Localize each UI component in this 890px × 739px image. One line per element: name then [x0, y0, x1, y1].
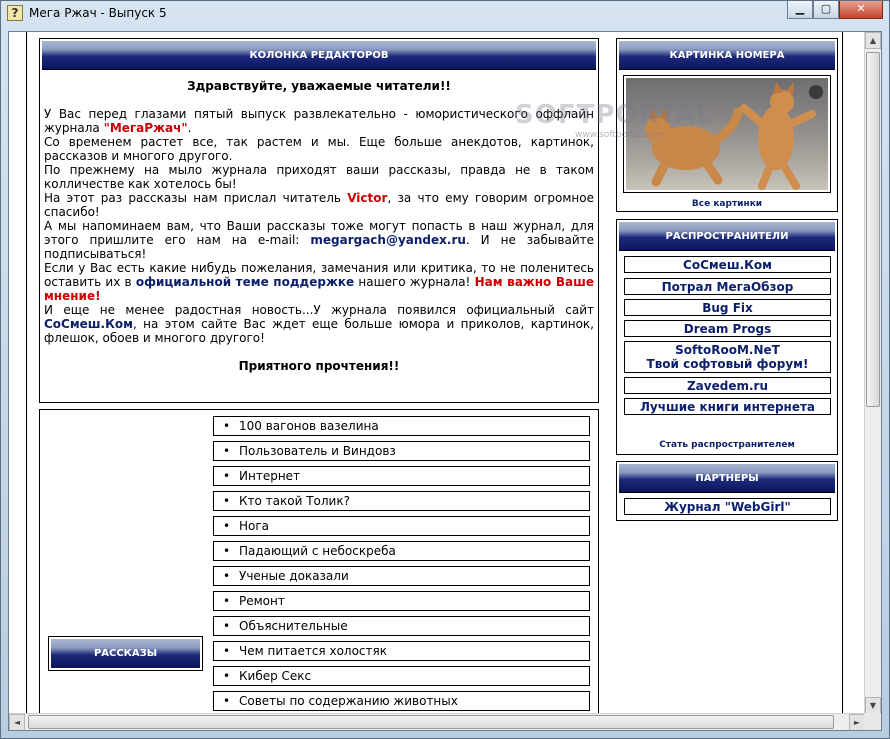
all-pictures-link[interactable]: Все картинки [617, 199, 837, 209]
distributors-box: РАСПРОСТРАНИТЕЛИ СоСмеш.Ком Потрал МегаО… [616, 219, 838, 455]
p6-mid: нашего журнала! [354, 275, 475, 289]
scroll-left-button[interactable]: ◄ [9, 714, 25, 730]
vertical-scroll-thumb[interactable] [866, 52, 880, 407]
greeting: Здравствуйте, уважаемые читатели!! [187, 79, 451, 93]
story-title: Советы по содержанию животных [239, 694, 458, 708]
title-bar[interactable]: ? Мега Ржач - Выпуск 5 ▁ ▢ ✕ [1, 1, 889, 25]
bullet-icon: • [222, 644, 231, 658]
story-item[interactable]: • Падающий с небоскреба [213, 541, 590, 561]
story-item[interactable]: • Пользователь и Виндовз [213, 441, 590, 461]
magazine-name: "МегаРжач" [103, 121, 188, 135]
story-title: Ремонт [239, 594, 285, 608]
story-item[interactable]: • Интернет [213, 466, 590, 486]
email-link[interactable]: megargach@yandex.ru [310, 233, 466, 247]
story-title: 100 вагонов вазелина [239, 419, 379, 433]
scroll-up-button[interactable]: ▲ [865, 32, 881, 49]
story-title: Падающий с небоскреба [239, 544, 396, 558]
paragraph-4: На этот раз рассказы нам прислал читател… [44, 191, 594, 219]
story-title: Объяснительные [239, 619, 348, 633]
official-site-link[interactable]: СоСмеш.Ком [44, 317, 133, 331]
stories-button[interactable]: РАССКАЗЫ [48, 636, 203, 671]
story-title: Кибер Секс [239, 669, 312, 683]
support-topic-link[interactable]: официальной теме поддержке [136, 275, 354, 289]
horizontal-scroll-thumb[interactable] [28, 715, 834, 729]
app-icon[interactable]: ? [7, 5, 23, 21]
bullet-icon: • [222, 444, 231, 458]
closing-line: Приятного прочтения!! [238, 359, 400, 373]
distributor-softoroom[interactable]: SoftoRooM.NeT Твой софтовый форум! [624, 341, 831, 373]
stories-box: РАССКАЗЫ • 100 вагонов вазелина • Пользоват… [39, 409, 599, 719]
distributor-dreamprogs[interactable]: Dream Progs [624, 320, 831, 337]
scrollbar-corner [864, 713, 881, 730]
story-item[interactable]: • Объяснительные [213, 616, 590, 636]
horizontal-scrollbar[interactable]: ◄ ► [9, 713, 865, 730]
story-item[interactable]: • Ученые доказали [213, 566, 590, 586]
bullet-icon: • [222, 469, 231, 483]
paragraph-5: А мы напоминаем вам, что Ваши рассказы т… [44, 219, 594, 261]
story-title: Пользователь и Виндовз [239, 444, 396, 458]
paragraph-3: По прежнему на мыло журнала приходят ваш… [44, 163, 594, 191]
bullet-icon: • [222, 519, 231, 533]
bullet-icon: • [222, 569, 231, 583]
editor-column: КОЛОНКА РЕДАКТОРОВ Здравствуйте, уважаем… [39, 38, 599, 403]
close-button[interactable]: ✕ [839, 1, 883, 19]
editor-text: Здравствуйте, уважаемые читатели!! У Вас… [44, 79, 594, 373]
partner-webgirl[interactable]: Журнал "WebGirl" [624, 498, 831, 515]
distributor-sosmesh[interactable]: СоСмеш.Ком [624, 256, 831, 273]
browser-content: КОЛОНКА РЕДАКТОРОВ Здравствуйте, уважаем… [8, 31, 882, 731]
become-distributor-link[interactable]: Стать распространителем [617, 440, 837, 450]
story-item[interactable]: • Советы по содержанию животных [213, 691, 590, 711]
scroll-down-button[interactable]: ▼ [865, 697, 881, 714]
picture-header: КАРТИНКА НОМЕРА [619, 41, 835, 70]
vertical-scrollbar[interactable]: ▲ ▼ [864, 32, 881, 714]
bullet-icon: • [222, 694, 231, 708]
p1-end: . [187, 121, 192, 135]
bullet-icon: • [222, 544, 231, 558]
window-title: Мега Ржач - Выпуск 5 [29, 6, 167, 20]
scroll-right-button[interactable]: ► [849, 714, 865, 730]
distributors-header: РАСПРОСТРАНИТЕЛИ [619, 222, 835, 251]
story-list: • 100 вагонов вазелина • Пользователь и Вин… [213, 416, 590, 716]
story-item[interactable]: • Кто такой Толик? [213, 491, 590, 511]
distributor-bugfix[interactable]: Bug Fix [624, 299, 831, 316]
story-title: Чем питается холостяк [239, 644, 387, 658]
reader-name: Victor [347, 191, 388, 205]
story-title: Интернет [239, 469, 301, 483]
story-item[interactable]: • Кибер Секс [213, 666, 590, 686]
maximize-button[interactable]: ▢ [813, 1, 839, 19]
editor-header: КОЛОНКА РЕДАКТОРОВ [42, 41, 596, 70]
magazine-page: КОЛОНКА РЕДАКТОРОВ Здравствуйте, уважаем… [26, 32, 843, 719]
story-item[interactable]: • Чем питается холостяк [213, 641, 590, 661]
bullet-icon: • [222, 669, 231, 683]
partners-header: ПАРТНЕРЫ [619, 464, 835, 493]
watermark-url: www.softportal.com [575, 130, 665, 140]
p7-text: И еще не менее радостная новость...У жур… [44, 303, 594, 317]
story-item[interactable]: • 100 вагонов вазелина [213, 416, 590, 436]
story-title: Ученые доказали [239, 569, 349, 583]
bullet-icon: • [222, 494, 231, 508]
partners-box: ПАРТНЕРЫ Журнал "WebGirl" [616, 461, 838, 521]
paragraph-2: Со временем растет все, так растем и мы.… [44, 135, 594, 163]
watermark-brand: SOFTPORTAL [515, 100, 714, 130]
distributor-zavedem[interactable]: Zavedem.ru [624, 377, 831, 394]
paragraph-6: Если у Вас есть какие нибудь пожелания, … [44, 261, 594, 303]
story-title: Нога [239, 519, 270, 533]
story-item[interactable]: • Ремонт [213, 591, 590, 611]
story-title: Кто такой Толик? [239, 494, 350, 508]
window-controls: ▁ ▢ ✕ [787, 1, 883, 19]
stories-button-label: РАССКАЗЫ [51, 639, 200, 668]
distributor-megaobzor[interactable]: Потрал МегаОбзор [624, 278, 831, 295]
story-item[interactable]: • Нога [213, 516, 590, 536]
bullet-icon: • [222, 619, 231, 633]
distributor-best-books[interactable]: Лучшие книги интернета [624, 398, 831, 415]
app-window: ? Мега Ржач - Выпуск 5 ▁ ▢ ✕ КОЛОНКА РЕД… [0, 0, 890, 739]
paragraph-1: У Вас перед глазами пятый выпуск развлек… [44, 107, 594, 135]
minimize-button[interactable]: ▁ [787, 1, 813, 19]
bullet-icon: • [222, 419, 231, 433]
softportal-watermark: SOFTPORTAL www.softportal.com [515, 100, 755, 150]
bullet-icon: • [222, 594, 231, 608]
p4-text: На этот раз рассказы нам прислал читател… [44, 191, 348, 205]
paragraph-7: И еще не менее радостная новость...У жур… [44, 303, 594, 345]
